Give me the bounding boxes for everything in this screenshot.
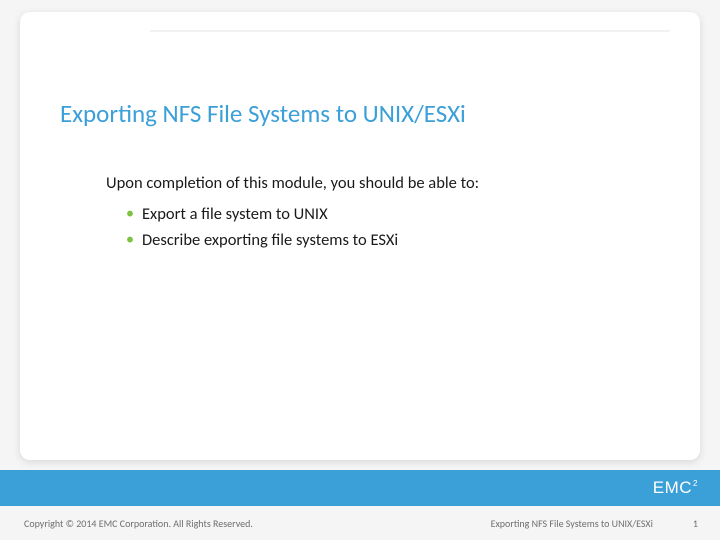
logo-superscript: 2 [693,479,698,488]
bullet-list: Export a file system to UNIX Describe ex… [106,201,660,254]
slide-title: Exporting NFS File Systems to UNIX/ESXi [20,32,700,129]
list-item: Export a file system to UNIX [126,201,660,227]
slide-footer: Copyright © 2014 EMC Corporation. All Ri… [0,506,720,540]
slide-content: Upon completion of this module, you shou… [20,129,700,254]
logo-text: EMC [653,478,692,498]
slide-card: Exporting NFS File Systems to UNIX/ESXi … [20,12,700,460]
brand-bar: EMC2 [0,470,720,506]
content-lead: Upon completion of this module, you shou… [106,173,660,193]
footer-right: Exporting NFS File Systems to UNIX/ESXi … [491,517,698,530]
copyright-text: Copyright © 2014 EMC Corporation. All Ri… [24,517,253,530]
footer-breadcrumb: Exporting NFS File Systems to UNIX/ESXi [491,517,653,530]
list-item: Describe exporting file systems to ESXi [126,227,660,253]
emc-logo: EMC2 [653,478,698,498]
page-number: 1 [693,517,698,530]
